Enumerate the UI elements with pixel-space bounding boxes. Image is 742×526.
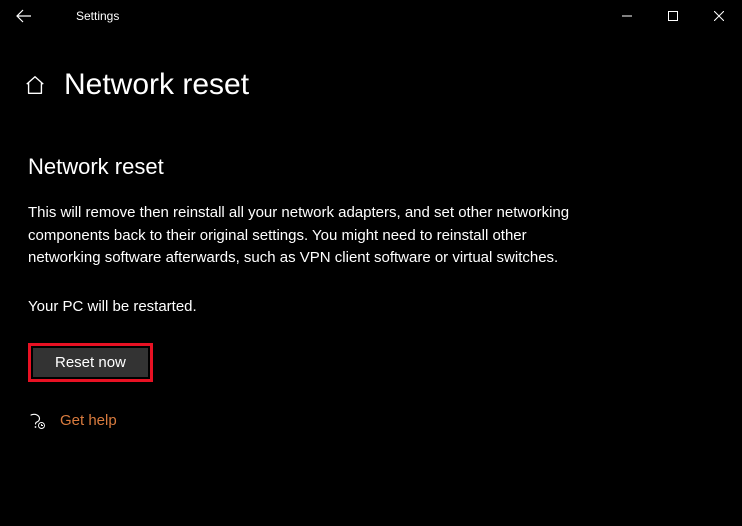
- reset-button-highlight: Reset now: [28, 343, 153, 382]
- home-button[interactable]: [24, 74, 46, 96]
- home-icon: [24, 74, 46, 96]
- close-button[interactable]: [696, 0, 742, 32]
- page-header: Network reset: [0, 32, 742, 102]
- back-button[interactable]: [0, 0, 48, 32]
- help-icon: [28, 412, 46, 430]
- maximize-button[interactable]: [650, 0, 696, 32]
- restart-note: Your PC will be restarted.: [28, 298, 714, 315]
- page-title: Network reset: [64, 68, 249, 102]
- reset-now-button[interactable]: Reset now: [33, 348, 148, 377]
- window-controls: [604, 0, 742, 32]
- minimize-icon: [622, 11, 632, 21]
- get-help-link[interactable]: Get help: [28, 412, 714, 430]
- help-link-label: Get help: [60, 412, 117, 429]
- back-arrow-icon: [16, 8, 32, 24]
- window-title: Settings: [76, 9, 119, 23]
- minimize-button[interactable]: [604, 0, 650, 32]
- content-area: Network reset This will remove then rein…: [0, 102, 742, 430]
- section-heading: Network reset: [28, 154, 714, 180]
- close-icon: [714, 11, 724, 21]
- description-text: This will remove then reinstall all your…: [28, 202, 598, 270]
- maximize-icon: [668, 11, 678, 21]
- titlebar: Settings: [0, 0, 742, 32]
